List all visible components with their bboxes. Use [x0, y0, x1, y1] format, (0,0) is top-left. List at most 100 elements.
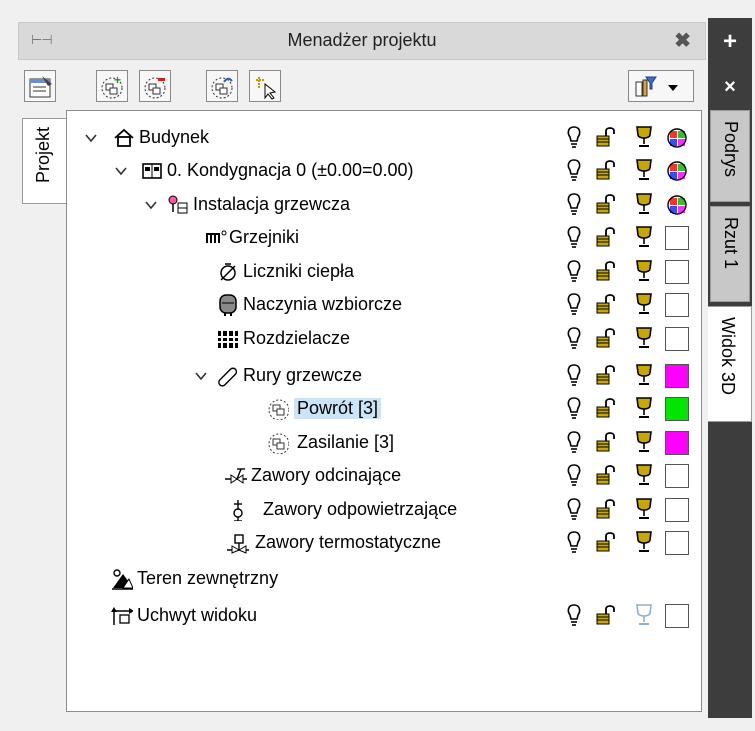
- shutoff-valve-icon: [225, 468, 247, 484]
- tree-node-label: Zawory termostatyczne: [255, 532, 442, 552]
- copy-group-button[interactable]: [206, 70, 238, 102]
- lock-icon[interactable]: [595, 363, 617, 387]
- visibility-bulb-icon[interactable]: [563, 158, 585, 182]
- print-cup-icon[interactable]: [633, 463, 655, 487]
- close-strip-icon[interactable]: ×: [708, 76, 752, 99]
- lock-icon[interactable]: [595, 158, 617, 182]
- lock-icon[interactable]: [595, 292, 617, 316]
- color-swatch[interactable]: [665, 327, 689, 351]
- visibility-bulb-icon[interactable]: [563, 363, 585, 387]
- print-cup-icon[interactable]: [633, 497, 655, 521]
- visibility-bulb-icon[interactable]: [563, 125, 585, 149]
- remove-group-icon: [144, 77, 166, 99]
- add-panel-icon[interactable]: +: [708, 28, 752, 56]
- lock-icon[interactable]: [595, 225, 617, 249]
- print-cup-icon[interactable]: [633, 326, 655, 350]
- color-swatch[interactable]: [665, 531, 689, 555]
- lock-icon[interactable]: [595, 192, 617, 216]
- filter-dropdown-button[interactable]: [628, 70, 694, 102]
- tab-podrys[interactable]: Podrys: [710, 110, 750, 202]
- tree-node-teren-zewnetrzny[interactable]: Teren zewnętrzny: [67, 566, 701, 594]
- visibility-bulb-icon[interactable]: [563, 530, 585, 554]
- visibility-bulb-icon[interactable]: [563, 259, 585, 283]
- print-cup-icon[interactable]: [633, 603, 655, 627]
- tab-label: Rzut 1: [721, 217, 741, 270]
- print-cup-icon[interactable]: [633, 396, 655, 420]
- lock-icon[interactable]: [595, 497, 617, 521]
- floor-icon: [142, 163, 162, 179]
- visibility-bulb-icon[interactable]: [563, 192, 585, 216]
- visibility-bulb-icon[interactable]: [563, 463, 585, 487]
- color-swatch[interactable]: [665, 498, 689, 522]
- color-swatch[interactable]: [665, 260, 689, 284]
- color-swatch[interactable]: [665, 397, 689, 421]
- tree-node-label: Zawory odcinające: [251, 465, 402, 485]
- add-group-icon: +: [101, 74, 123, 99]
- lock-icon[interactable]: [595, 125, 617, 149]
- group-icon: [268, 433, 289, 454]
- print-cup-icon[interactable]: [633, 125, 655, 149]
- tree-node-label: Budynek: [139, 127, 210, 147]
- lock-icon[interactable]: [595, 326, 617, 350]
- print-cup-icon[interactable]: [633, 530, 655, 554]
- print-cup-icon[interactable]: [633, 363, 655, 387]
- print-cup-icon[interactable]: [633, 225, 655, 249]
- house-icon: [114, 128, 134, 147]
- view-handle-icon: [111, 607, 133, 625]
- print-cup-icon[interactable]: [633, 430, 655, 454]
- print-cup-icon[interactable]: [633, 192, 655, 216]
- lock-icon[interactable]: [595, 530, 617, 554]
- visibility-bulb-icon[interactable]: [563, 326, 585, 350]
- tab-projekt[interactable]: Projekt: [22, 118, 66, 204]
- print-cup-icon[interactable]: [633, 259, 655, 283]
- chevron-down-icon[interactable]: [195, 370, 207, 382]
- print-cup-icon[interactable]: [633, 292, 655, 316]
- lock-icon[interactable]: [595, 430, 617, 454]
- expansion-vessel-icon: [219, 294, 237, 316]
- tree-node-label: Teren zewnętrzny: [137, 568, 279, 588]
- copy-group-icon: [211, 77, 233, 99]
- color-wheel-icon[interactable]: [665, 193, 689, 222]
- chevron-down-icon[interactable]: [115, 165, 127, 177]
- tab-widok-3d[interactable]: Widok 3D: [708, 306, 752, 422]
- visibility-bulb-icon[interactable]: [563, 292, 585, 316]
- color-swatch[interactable]: [665, 226, 689, 250]
- tree-node-label: Rury grzewcze: [243, 365, 363, 385]
- tab-rzut-1[interactable]: Rzut 1: [710, 206, 750, 302]
- chevron-down-icon[interactable]: [145, 199, 157, 211]
- select-elements-button[interactable]: [249, 70, 281, 102]
- project-tree[interactable]: Budynek 0. Kondygnacja 0 (±0.00=0.00) In…: [66, 110, 702, 712]
- remove-group-button[interactable]: [139, 70, 171, 102]
- visibility-bulb-icon[interactable]: [563, 225, 585, 249]
- add-group-button[interactable]: +: [96, 70, 128, 102]
- tree-node-label: Rozdzielacze: [243, 328, 351, 348]
- color-wheel-icon[interactable]: [665, 159, 689, 188]
- color-swatch[interactable]: [665, 364, 689, 388]
- properties-button[interactable]: [24, 70, 56, 102]
- tree-node-label: Zasilanie [3]: [297, 432, 395, 452]
- lock-icon[interactable]: [595, 603, 617, 627]
- visibility-bulb-icon[interactable]: [563, 430, 585, 454]
- select-elements-icon: [256, 77, 277, 100]
- color-wheel-icon[interactable]: [665, 126, 689, 155]
- tab-label: Widok 3D: [718, 317, 738, 396]
- close-icon[interactable]: ✖: [674, 28, 691, 53]
- visibility-bulb-icon[interactable]: [563, 396, 585, 420]
- color-swatch[interactable]: [665, 431, 689, 455]
- svg-text:+: +: [114, 74, 121, 87]
- lock-icon[interactable]: [595, 396, 617, 420]
- visibility-bulb-icon[interactable]: [563, 497, 585, 521]
- tree-node-label: Naczynia wzbiorcze: [243, 294, 403, 314]
- color-swatch[interactable]: [665, 604, 689, 628]
- chevron-down-icon[interactable]: [85, 132, 97, 144]
- lock-icon[interactable]: [595, 259, 617, 283]
- radiator-icon: [206, 230, 227, 243]
- lock-icon[interactable]: [595, 463, 617, 487]
- tab-projekt-label: Projekt: [33, 127, 53, 184]
- visibility-bulb-icon[interactable]: [563, 603, 585, 627]
- panel-title-bar[interactable]: ⊢⊣ Menadżer projektu ✖: [18, 22, 706, 60]
- color-swatch[interactable]: [665, 293, 689, 317]
- print-cup-icon[interactable]: [633, 158, 655, 182]
- manifold-icon: [218, 329, 238, 350]
- color-swatch[interactable]: [665, 464, 689, 488]
